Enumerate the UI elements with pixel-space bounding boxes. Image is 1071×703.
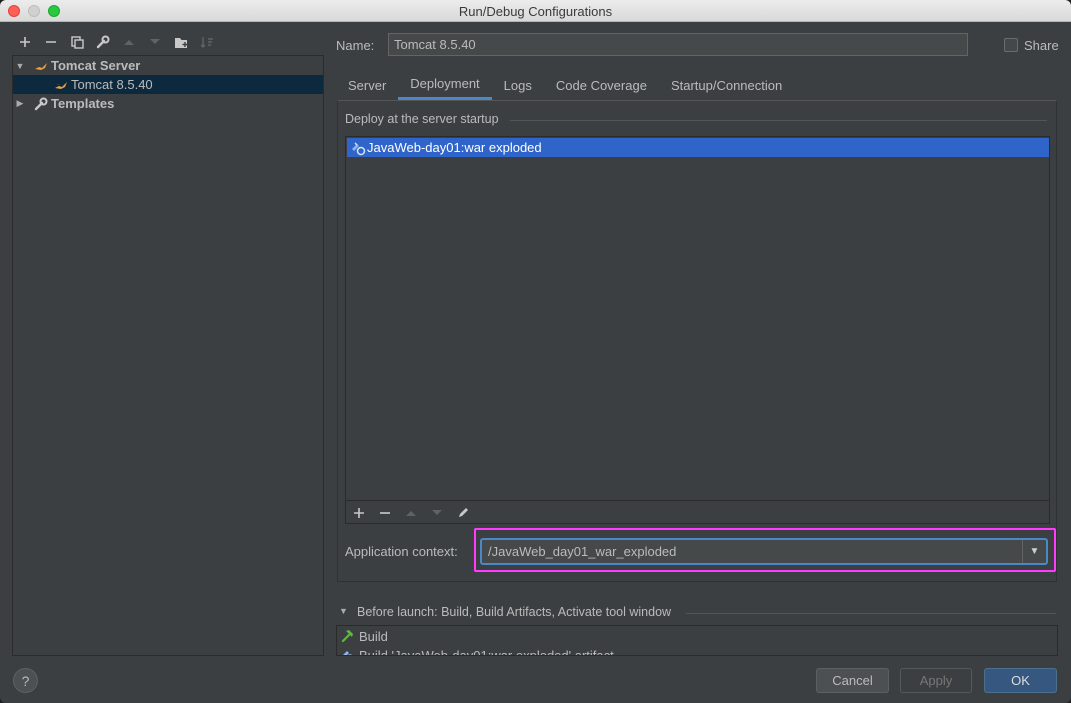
before-launch-label: Build 'JavaWeb-day01:war exploded' artif…: [359, 647, 614, 656]
artifact-list: JavaWeb-day01:war exploded: [345, 136, 1050, 524]
tree-item-tomcat-server[interactable]: ▼ Tomcat Server: [13, 56, 323, 75]
chevron-down-icon[interactable]: ▼: [1022, 540, 1046, 563]
add-icon[interactable]: [12, 30, 38, 54]
artifact-item[interactable]: JavaWeb-day01:war exploded: [347, 138, 1049, 157]
hammer-icon: [339, 629, 355, 643]
move-up-icon[interactable]: [398, 501, 424, 525]
tomcat-icon: [33, 59, 49, 73]
sort-icon[interactable]: [194, 30, 220, 54]
tree-item-templates[interactable]: ▶ Templates: [13, 94, 323, 113]
tab-logs[interactable]: Logs: [492, 70, 544, 100]
tab-deployment[interactable]: Deployment: [398, 70, 492, 100]
config-tabs: Server Deployment Logs Code Coverage Sta…: [336, 70, 794, 100]
application-context-label: Application context:: [345, 544, 458, 559]
config-tree: ▼ Tomcat Server Tomcat 8.5.40 ▶ Template…: [12, 55, 324, 656]
tree-item-label: Templates: [51, 96, 115, 111]
name-input[interactable]: Tomcat 8.5.40: [388, 33, 968, 56]
window-title: Run/Debug Configurations: [458, 4, 613, 19]
application-context-input[interactable]: /JavaWeb_day01_war_exploded: [480, 538, 1048, 565]
edit-pencil-icon[interactable]: [450, 501, 476, 525]
tab-code-coverage[interactable]: Code Coverage: [544, 70, 659, 100]
collapsed-arrow-icon[interactable]: ▶: [13, 98, 27, 109]
run-debug-dialog: Run/Debug Configurations ▼ Tomcat Server…: [0, 0, 1071, 703]
divider: [686, 613, 1056, 614]
move-down-icon[interactable]: [142, 30, 168, 54]
share-label[interactable]: Share: [1024, 38, 1059, 53]
artifact-icon: [339, 648, 355, 655]
help-button[interactable]: ?: [13, 668, 38, 693]
remove-icon[interactable]: [372, 501, 398, 525]
ok-button[interactable]: OK: [984, 668, 1057, 693]
title-bar: Run/Debug Configurations: [0, 0, 1071, 22]
artifact-toolbar: [346, 500, 1049, 524]
config-toolbar: [12, 30, 220, 54]
move-down-icon[interactable]: [424, 501, 450, 525]
tab-server[interactable]: Server: [336, 70, 398, 100]
wrench-icon: [33, 97, 49, 111]
expanded-arrow-icon[interactable]: ▼: [13, 61, 27, 71]
move-up-icon[interactable]: [116, 30, 142, 54]
before-launch-item[interactable]: Build 'JavaWeb-day01:war exploded' artif…: [339, 646, 614, 656]
remove-icon[interactable]: [38, 30, 64, 54]
tree-item-tomcat-8-5-40[interactable]: Tomcat 8.5.40: [13, 75, 323, 94]
tab-startup-connection[interactable]: Startup/Connection: [659, 70, 794, 100]
tomcat-icon: [53, 78, 69, 92]
add-icon[interactable]: [346, 501, 372, 525]
before-launch-list: Build Build 'JavaWeb-day01:war exploded'…: [336, 625, 1058, 656]
before-launch-item[interactable]: Build: [339, 627, 388, 645]
name-label: Name:: [336, 38, 375, 53]
artifact-label: JavaWeb-day01:war exploded: [367, 140, 542, 155]
new-folder-icon[interactable]: [168, 30, 194, 54]
expanded-arrow-icon[interactable]: ▼: [339, 606, 348, 616]
deploy-section-title: Deploy at the server startup: [345, 112, 499, 126]
before-launch-label: Build: [359, 628, 388, 644]
before-launch-title: Before launch: Build, Build Artifacts, A…: [357, 605, 672, 619]
apply-button[interactable]: Apply: [900, 668, 972, 693]
artifact-icon: [349, 140, 367, 156]
tree-item-label: Tomcat Server: [51, 58, 141, 73]
divider: [510, 120, 1047, 121]
cancel-button[interactable]: Cancel: [816, 668, 889, 693]
copy-icon[interactable]: [64, 30, 90, 54]
wrench-icon[interactable]: [90, 30, 116, 54]
tree-item-label: Tomcat 8.5.40: [71, 77, 153, 92]
share-checkbox[interactable]: [1004, 38, 1018, 52]
